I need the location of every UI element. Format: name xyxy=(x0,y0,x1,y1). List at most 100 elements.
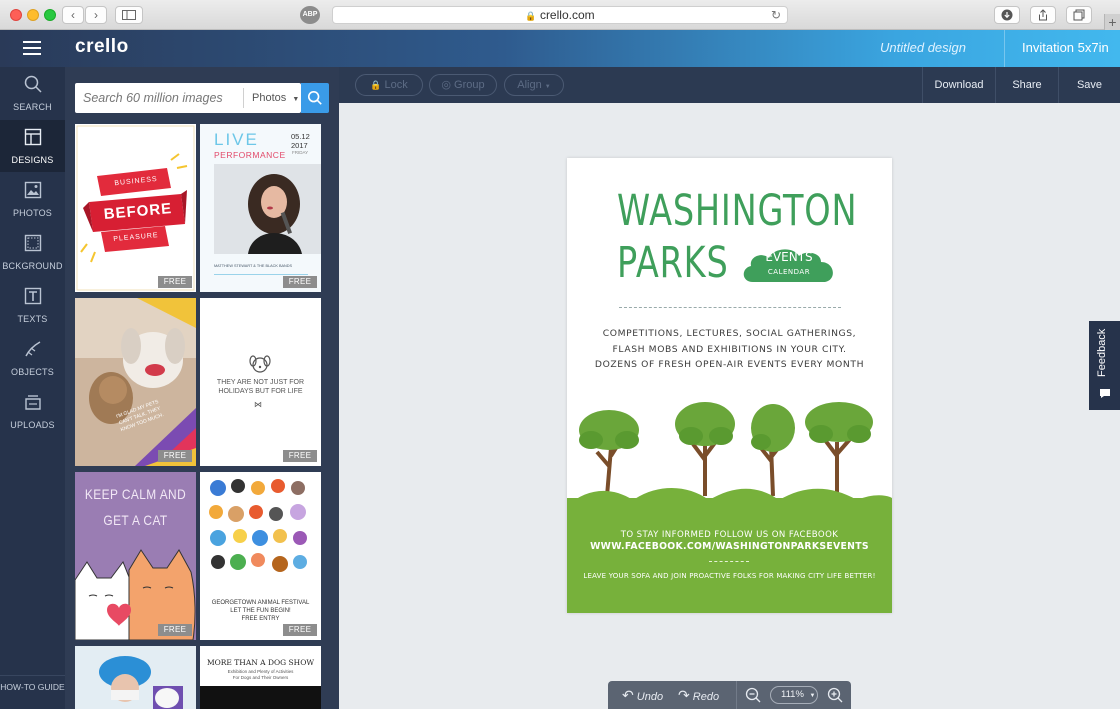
url-text: crello.com xyxy=(539,8,595,22)
uploads-icon xyxy=(24,395,41,410)
design-tagline[interactable]: LEAVE YOUR SOFA AND JOIN PROACTIVE FOLKS… xyxy=(572,572,887,580)
search-filter-dropdown[interactable]: Photos ▼ xyxy=(243,88,301,108)
designs-icon xyxy=(24,128,41,146)
caret-down-icon: ▼ xyxy=(809,693,816,699)
sidebar-item-photos[interactable]: PHOTOS xyxy=(0,173,65,225)
template-text: LIVE xyxy=(214,130,259,149)
menu-icon[interactable] xyxy=(23,41,41,55)
free-badge: FREE xyxy=(283,624,317,636)
undo-label: Undo xyxy=(636,691,664,703)
editor-toolbar: 🔒 Lock ◎ Group Align ▼ Download Share Sa… xyxy=(339,67,1120,103)
forward-button[interactable]: › xyxy=(85,6,107,24)
header-divider xyxy=(1004,30,1005,67)
share-browser-button[interactable] xyxy=(1030,6,1056,24)
template-tile[interactable]: KEEP CALM AND GET A CAT FREE xyxy=(75,472,196,640)
back-button[interactable]: ‹ xyxy=(62,6,84,24)
template-tile[interactable]: LIVE PERFORMANCE 05.12 2017 FRIDAY MATTH… xyxy=(200,124,321,292)
align-button[interactable]: Align ▼ xyxy=(504,74,564,96)
template-text: Exhibition and Plenty of Activities xyxy=(227,669,294,674)
design-url-text[interactable]: WWW.FACEBOOK.COM/WASHINGTONPARKSEVENTS xyxy=(577,541,882,552)
template-tile[interactable]: I'M GLAD MY PETS CAN'T TALK. THEY KNOW T… xyxy=(75,298,196,466)
share-icon xyxy=(1039,9,1047,21)
lock-label: Lock xyxy=(384,79,408,91)
search-icon xyxy=(24,75,42,93)
sidebar-item-label: UPLOADS xyxy=(10,420,55,430)
sidebar-item-label: PHOTOS xyxy=(12,208,53,218)
body-line: DOZENS OF FRESH OPEN-AIR EVENTS EVERY MO… xyxy=(594,359,865,370)
design-follow-text[interactable]: TO STAY INFORMED FOLLOW US ON FACEBOOK xyxy=(577,528,882,542)
body-line: FLASH MOBS AND EXHIBITIONS IN YOUR CITY. xyxy=(612,343,847,355)
template-text: GET A CAT xyxy=(103,512,168,528)
tree xyxy=(675,402,735,496)
redo-icon: ↷ xyxy=(678,687,690,703)
search-box: Photos ▼ xyxy=(75,83,301,113)
badge-events-text: EVENTS xyxy=(765,250,813,264)
document-title[interactable]: Untitled design xyxy=(880,40,966,55)
minimize-window-button[interactable] xyxy=(27,9,39,21)
design-title-line2[interactable]: PARKS xyxy=(617,238,729,288)
caret-down-icon: ▼ xyxy=(544,84,551,90)
adblock-button[interactable]: ABP xyxy=(300,6,320,24)
zoom-out-icon[interactable] xyxy=(745,687,761,703)
downloads-button[interactable] xyxy=(994,6,1020,24)
templates-panel: Photos ▼ BUSINESS BEFORE PLEAS xyxy=(65,67,339,709)
template-tile[interactable]: MORE THAN A DOG SHOW Exhibition and Plen… xyxy=(200,646,321,709)
free-badge: FREE xyxy=(283,450,317,462)
dashed-divider xyxy=(619,307,841,308)
template-tile[interactable]: THEY ARE NOT JUST FOR HOLIDAYS BUT FOR L… xyxy=(200,298,321,466)
trees-illustration[interactable] xyxy=(567,396,892,506)
sidebar-item-designs[interactable]: DESIGNS xyxy=(0,120,65,172)
design-title-line1[interactable]: WASHINGTON xyxy=(617,186,857,236)
close-window-button[interactable] xyxy=(10,9,22,21)
search-button[interactable] xyxy=(301,83,329,113)
template-text: LET THE FUN BEGIN! xyxy=(230,608,291,614)
group-button[interactable]: ◎ Group xyxy=(429,74,497,96)
crello-logo[interactable]: crello xyxy=(75,36,129,58)
feedback-tab[interactable]: Feedback xyxy=(1089,321,1120,410)
body-line: COMPETITIONS, LECTURES, SOCIAL GATHERING… xyxy=(602,328,857,339)
template-text: KEEP CALM AND xyxy=(84,486,187,502)
new-tab-button[interactable]: + xyxy=(1104,14,1120,30)
sidebar-item-label: TEXTS xyxy=(17,314,48,324)
tabs-button[interactable] xyxy=(1066,6,1092,24)
template-text: FREE ENTRY xyxy=(241,616,280,622)
zoom-in-icon[interactable] xyxy=(827,687,843,703)
save-button[interactable]: Save xyxy=(1059,67,1120,103)
search-icon xyxy=(307,90,322,105)
objects-icon xyxy=(24,341,40,357)
template-text: GEORGETOWN ANIMAL FESTIVAL xyxy=(211,600,310,606)
zoom-window-button[interactable] xyxy=(44,9,56,21)
design-body-text[interactable]: COMPETITIONS, LECTURES, SOCIAL GATHERING… xyxy=(587,326,872,373)
undo-button[interactable]: ↶ Undo xyxy=(622,686,663,704)
lock-icon: 🔒 xyxy=(370,80,382,90)
sidebar-item-texts[interactable]: TEXTS xyxy=(0,279,65,331)
sidebar-icon xyxy=(122,10,136,20)
reload-icon[interactable]: ↻ xyxy=(771,7,781,23)
share-button[interactable]: Share xyxy=(996,67,1058,103)
download-button[interactable]: Download xyxy=(923,67,995,103)
chevron-right-icon: › xyxy=(94,8,98,22)
sidebar-toggle-button[interactable] xyxy=(115,6,143,24)
sidebar-item-uploads[interactable]: UPLOADS xyxy=(0,385,65,437)
bow-icon: ⋈ xyxy=(254,400,262,409)
sidebar-item-objects[interactable]: OBJECTS xyxy=(0,332,65,384)
sidebar-item-background[interactable]: BCKGROUND xyxy=(0,226,65,278)
redo-button[interactable]: ↷ Redo xyxy=(678,686,719,704)
zoom-select[interactable]: 111% ▼ xyxy=(770,686,818,704)
search-input[interactable] xyxy=(75,83,241,113)
address-bar[interactable]: 🔒 crello.com ↻ xyxy=(332,6,788,24)
search-filter-value: Photos xyxy=(252,92,287,104)
template-tile[interactable] xyxy=(75,646,196,709)
sidebar-item-search[interactable]: SEARCH xyxy=(0,67,65,119)
free-badge: FREE xyxy=(283,276,317,288)
zoom-value: 111% xyxy=(781,689,804,700)
redo-label: Redo xyxy=(692,691,720,703)
tree xyxy=(751,404,795,497)
design-canvas[interactable]: WASHINGTON PARKS EVENTS CALENDAR COMPETI… xyxy=(567,158,892,613)
free-badge: FREE xyxy=(158,276,192,288)
template-tile[interactable]: GEORGETOWN ANIMAL FESTIVAL LET THE FUN B… xyxy=(200,472,321,640)
how-to-guide-button[interactable]: HOW-TO GUIDE xyxy=(0,675,65,709)
template-tile[interactable]: BUSINESS BEFORE PLEASURE FREE xyxy=(75,124,196,292)
lock-button[interactable]: 🔒 Lock xyxy=(355,74,423,96)
document-format[interactable]: Invitation 5x7in xyxy=(1022,40,1109,55)
